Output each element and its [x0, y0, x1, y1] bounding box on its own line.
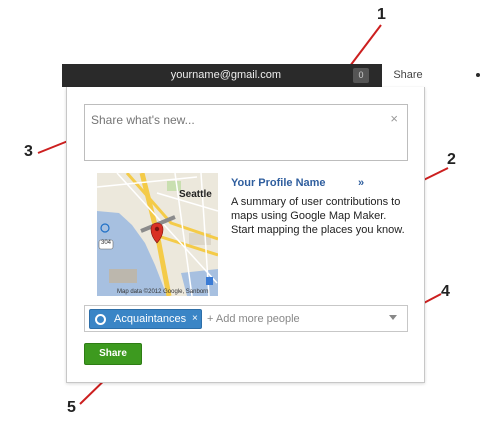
callout-number-4: 4 — [441, 283, 450, 300]
callout-number-2: 2 — [447, 151, 456, 168]
chip-label: Acquaintances — [114, 313, 187, 325]
top-bar: yourname@gmail.com 0 Share — [62, 64, 480, 87]
remove-chip-icon[interactable]: × — [192, 313, 198, 324]
caret-down-icon[interactable] — [389, 315, 397, 320]
callout-number-5: 5 — [67, 399, 76, 416]
account-email[interactable]: yourname@gmail.com — [171, 69, 281, 81]
share-text-box[interactable]: × — [84, 104, 408, 161]
callout-line-1 — [349, 24, 382, 67]
callout-number-1: 1 — [377, 6, 386, 23]
add-more-people-input[interactable]: + Add more people — [207, 313, 300, 325]
circle-icon — [95, 314, 106, 325]
share-tab[interactable]: Share — [382, 64, 434, 87]
map-copyright: Map data ©2012 Google, Sanborn — [117, 289, 209, 295]
map-thumbnail[interactable]: Seattle 304 Map data ©2012 Google, Sanbo… — [97, 173, 218, 296]
map-route-label: 304 — [101, 240, 112, 246]
profile-name-link[interactable]: Your Profile Name — [231, 177, 326, 189]
close-icon[interactable]: × — [390, 111, 398, 126]
notification-count[interactable]: 0 — [353, 68, 369, 83]
share-input[interactable] — [91, 109, 381, 131]
people-selector[interactable]: Acquaintances × + Add more people — [84, 305, 408, 332]
share-button[interactable]: Share — [84, 343, 142, 365]
profile-summary: A summary of user contributions to maps … — [231, 196, 405, 236]
gear-icon[interactable] — [470, 67, 480, 83]
acquaintances-chip[interactable]: Acquaintances × — [89, 309, 202, 329]
map-label-seattle: Seattle — [179, 189, 212, 200]
chevron-right-icon[interactable]: » — [358, 177, 364, 189]
callout-number-3: 3 — [24, 143, 33, 160]
